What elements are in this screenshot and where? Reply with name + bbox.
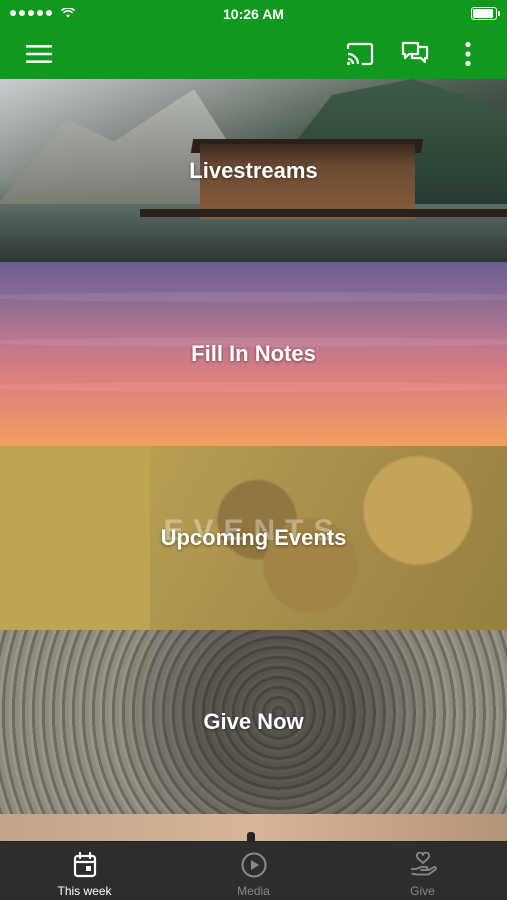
tab-bar: This week Media Give (0, 841, 507, 900)
tile-label: Give Now (203, 709, 304, 734)
signal-dot (37, 10, 43, 16)
tab-give[interactable]: Give (338, 842, 507, 900)
signal-indicator (10, 8, 75, 18)
chat-icon[interactable] (399, 38, 431, 70)
calendar-icon (71, 851, 99, 879)
tile-fill-in-notes[interactable]: Fill In Notes (0, 262, 507, 446)
battery-level (473, 9, 493, 18)
tile-label: Livestreams (189, 158, 318, 183)
tile-label: Upcoming Events (160, 525, 347, 550)
tile-give-now[interactable]: Give Now (0, 630, 507, 814)
more-icon[interactable] (452, 38, 484, 70)
tile-livestreams[interactable]: Livestreams (0, 79, 507, 263)
signal-dot (10, 10, 16, 16)
status-bar: 10:26 AM (0, 0, 507, 28)
battery-icon (471, 7, 500, 20)
cast-icon[interactable] (344, 38, 376, 70)
signal-dot (19, 10, 25, 16)
cloud-streak (0, 382, 507, 392)
menu-icon[interactable] (23, 38, 55, 70)
tab-media[interactable]: Media (169, 842, 338, 900)
app-bar: 10:26 AM (0, 0, 507, 79)
toolbar (0, 28, 507, 79)
tile-label: Fill In Notes (191, 341, 316, 366)
signal-dot (28, 10, 34, 16)
dock-image (140, 209, 507, 217)
signal-dot (46, 10, 52, 16)
tile-partial[interactable] (0, 814, 507, 844)
heart-hand-icon (409, 851, 437, 879)
cloud-streak (0, 292, 507, 302)
tab-label: Media (237, 884, 270, 898)
tab-label: Give (410, 884, 435, 898)
tab-label: This week (57, 884, 112, 898)
tab-this-week[interactable]: This week (0, 842, 169, 900)
wifi-icon (61, 8, 75, 18)
play-circle-icon (240, 851, 268, 879)
tile-upcoming-events[interactable]: EVENTS Upcoming Events (0, 446, 507, 630)
status-time: 10:26 AM (223, 6, 284, 22)
